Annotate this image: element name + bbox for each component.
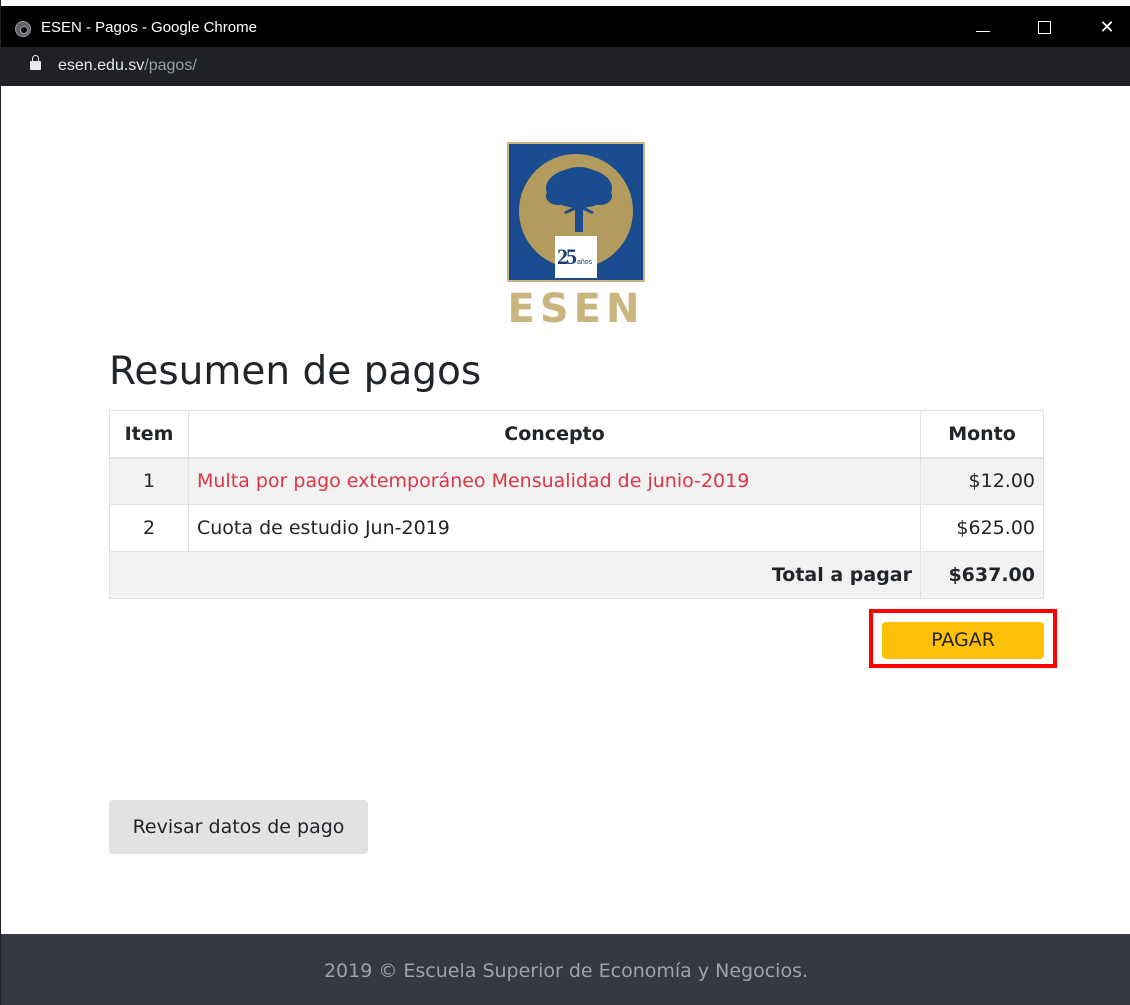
browser-window: ESEN - Pagos - Google Chrome ✕ esen.edu.… bbox=[0, 0, 1130, 1005]
logo-frame: 25 años bbox=[507, 142, 645, 282]
review-payment-data-button[interactable]: Revisar datos de pago bbox=[109, 800, 368, 854]
footer: 2019 © Escuela Superior de Economía y Ne… bbox=[1, 934, 1130, 1005]
logo-wordmark: ESEN bbox=[507, 286, 645, 332]
table-row: 2 Cuota de estudio Jun-2019 $625.00 bbox=[109, 504, 1044, 552]
minimize-icon bbox=[976, 31, 990, 32]
row-concepto: Multa por pago extemporáneo Mensualidad … bbox=[188, 457, 921, 505]
close-button[interactable]: ✕ bbox=[1087, 12, 1127, 42]
total-label: Total a pagar bbox=[109, 551, 921, 599]
close-icon: ✕ bbox=[1099, 17, 1115, 37]
column-header-concepto: Concepto bbox=[188, 410, 921, 459]
esen-logo: 25 años ESEN bbox=[505, 140, 647, 332]
window-title: ESEN - Pagos - Google Chrome bbox=[41, 19, 257, 36]
row-monto: $625.00 bbox=[920, 504, 1044, 552]
url-text[interactable]: esen.edu.sv/pagos/ bbox=[58, 57, 197, 75]
total-value: $637.00 bbox=[920, 551, 1044, 599]
table-row: 1 Multa por pago extemporáneo Mensualida… bbox=[109, 457, 1044, 505]
title-bar: ESEN - Pagos - Google Chrome ✕ bbox=[1, 6, 1130, 47]
table-header-row: Item Concepto Monto bbox=[109, 410, 1044, 459]
address-bar[interactable]: esen.edu.sv/pagos/ bbox=[1, 47, 1130, 86]
url-path: /pagos/ bbox=[144, 57, 197, 74]
page-content: 25 años ESEN Resumen de pagos Item Conce… bbox=[2, 86, 1130, 934]
minimize-button[interactable] bbox=[963, 12, 1003, 42]
payment-summary-table: Item Concepto Monto 1 Multa por pago ext… bbox=[109, 410, 1044, 599]
pay-button[interactable]: PAGAR bbox=[882, 622, 1044, 659]
maximize-button[interactable] bbox=[1025, 12, 1065, 42]
row-monto: $12.00 bbox=[920, 457, 1044, 505]
row-item: 2 bbox=[109, 504, 189, 552]
page-title: Resumen de pagos bbox=[109, 349, 482, 394]
lock-icon[interactable] bbox=[30, 55, 41, 70]
row-item: 1 bbox=[109, 457, 189, 505]
logo-anniversary-number: 25 bbox=[557, 244, 577, 269]
total-row: Total a pagar $637.00 bbox=[109, 551, 1044, 599]
footer-copyright: 2019 © Escuela Superior de Economía y Ne… bbox=[323, 960, 809, 982]
logo-anniversary-word: años bbox=[577, 259, 593, 266]
url-host: esen.edu.sv bbox=[58, 57, 145, 74]
maximize-icon bbox=[1038, 21, 1051, 34]
column-header-item: Item bbox=[109, 410, 189, 459]
row-concepto: Cuota de estudio Jun-2019 bbox=[188, 504, 921, 552]
chrome-icon bbox=[15, 21, 31, 37]
column-header-monto: Monto bbox=[920, 410, 1044, 459]
tree-icon bbox=[546, 167, 612, 232]
